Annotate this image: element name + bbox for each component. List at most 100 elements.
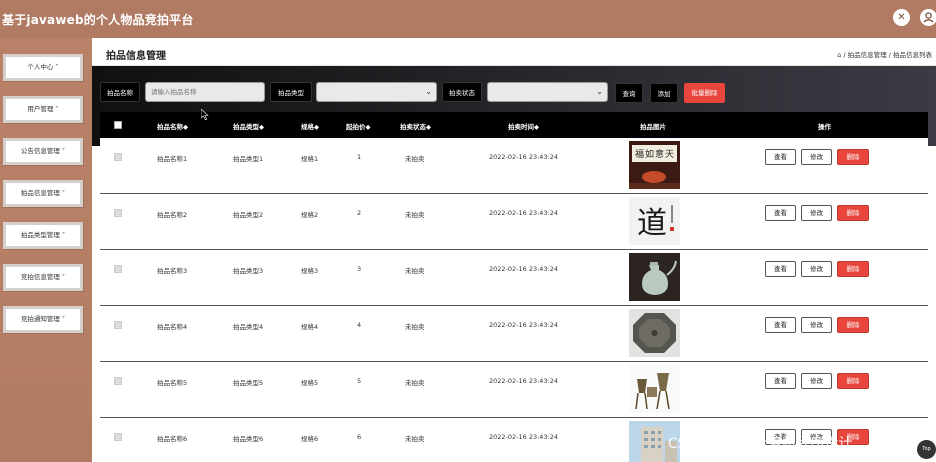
column-header-type[interactable]: 拍品类型◆ xyxy=(233,121,264,131)
sidebar-item-notice-management[interactable]: 公告信息管理 ˅ xyxy=(3,138,83,165)
cell-name: 拍品名称1 xyxy=(157,155,188,163)
sidebar-item-bid-notice-management[interactable]: 竞拍通知管理 ˅ xyxy=(3,306,83,333)
page-title: 拍品信息管理 xyxy=(106,51,166,62)
main-content: 拍品信息管理 ⌂ / 拍品信息管理 / 拍品信息列表 拍品名称 拍品类型 ⌄ 拍… xyxy=(92,38,936,462)
cell-spec: 规格2 xyxy=(301,211,319,219)
view-button[interactable]: 查看 xyxy=(765,261,796,277)
cell-start-price: 5 xyxy=(357,377,362,385)
cell-time: 2022-02-16 23:43:24 xyxy=(489,153,559,161)
row-checkbox[interactable] xyxy=(114,153,122,161)
user-icon[interactable] xyxy=(920,9,936,26)
row-checkbox[interactable] xyxy=(114,321,122,329)
sidebar-item-personal-center[interactable]: 个人中心 ˅ xyxy=(3,54,83,81)
column-header-spec[interactable]: 规格◆ xyxy=(301,121,319,131)
column-header-actions: 操作 xyxy=(818,123,831,131)
cell-type: 拍品类型4 xyxy=(233,323,264,331)
delete-button[interactable]: 删除 xyxy=(837,149,869,165)
cell-spec: 规格6 xyxy=(301,435,319,443)
table-row: 拍品名称1 拍品类型1 规格1 1 未拍卖 2022-02-16 23:43:2… xyxy=(100,138,928,194)
cell-name: 拍品名称4 xyxy=(157,323,188,331)
edit-button[interactable]: 修改 xyxy=(801,373,832,389)
cell-spec: 规格5 xyxy=(301,379,319,387)
lot-image-bronze-vessels xyxy=(629,365,680,413)
column-header-time[interactable]: 拍卖时间◆ xyxy=(508,121,539,131)
cell-spec: 规格3 xyxy=(301,267,319,275)
column-header-status[interactable]: 拍卖状态◆ xyxy=(400,121,431,131)
cell-type: 拍品类型6 xyxy=(233,435,264,443)
status-filter-label: 拍卖状态 xyxy=(442,82,482,102)
sidebar-item-bid-info-management[interactable]: 竞拍信息管理 ˅ xyxy=(3,264,83,291)
type-select[interactable]: ⌄ xyxy=(316,82,437,102)
edit-button[interactable]: 修改 xyxy=(801,149,832,165)
cell-time: 2022-02-16 23:43:24 xyxy=(489,433,559,441)
column-header-start-price[interactable]: 起拍价◆ xyxy=(346,121,371,131)
cell-status: 未拍卖 xyxy=(405,379,425,387)
app-title: 基于javaweb的个人物品竞拍平台 xyxy=(2,13,194,27)
cell-spec: 规格4 xyxy=(301,323,319,331)
cell-status: 未拍卖 xyxy=(405,155,425,163)
back-to-top-button[interactable]: Top xyxy=(917,440,936,459)
name-filter-label: 拍品名称 xyxy=(100,82,140,102)
delete-button[interactable]: 删除 xyxy=(837,205,869,221)
row-checkbox[interactable] xyxy=(114,209,122,217)
view-button[interactable]: 查看 xyxy=(765,317,796,333)
cell-start-price: 4 xyxy=(357,321,362,329)
view-button[interactable]: 查看 xyxy=(765,373,796,389)
name-search-input[interactable] xyxy=(145,82,265,102)
column-header-name[interactable]: 拍品名称◆ xyxy=(157,121,188,131)
chevron-down-icon: ⌄ xyxy=(425,87,432,96)
cell-time: 2022-02-16 23:43:24 xyxy=(489,377,559,385)
sidebar-item-lot-type-management[interactable]: 拍品类型管理 ˅ xyxy=(3,222,83,249)
edit-button[interactable]: 修改 xyxy=(801,317,832,333)
delete-button[interactable]: 删除 xyxy=(837,373,869,389)
select-all-checkbox[interactable] xyxy=(114,121,122,129)
column-header-image: 拍品图片 xyxy=(640,123,666,131)
cell-start-price: 6 xyxy=(357,433,362,441)
lot-image-calligraphy-frame: 福如意天 xyxy=(629,141,680,189)
svg-text:道: 道 xyxy=(637,206,667,241)
svg-text:如: 如 xyxy=(645,148,654,160)
watermark: CSDN @芹心计算机程序设计 xyxy=(668,436,853,452)
batch-delete-button[interactable]: 批量删除 xyxy=(684,83,725,103)
row-checkbox[interactable] xyxy=(114,265,122,273)
view-button[interactable]: 查看 xyxy=(765,149,796,165)
table-header: 拍品名称◆ 拍品类型◆ 规格◆ 起拍价◆ 拍卖状态◆ 拍卖时间◆ 拍品图片 操作 xyxy=(100,112,928,138)
add-button[interactable]: 添加 xyxy=(650,83,678,103)
edit-button[interactable]: 修改 xyxy=(801,261,832,277)
lot-image-octagonal-mirror xyxy=(629,309,680,357)
cell-start-price: 1 xyxy=(357,153,362,161)
mouse-cursor-icon xyxy=(200,108,209,123)
cell-start-price: 3 xyxy=(357,265,362,273)
cell-time: 2022-02-16 23:43:24 xyxy=(489,265,559,273)
cell-name: 拍品名称6 xyxy=(157,435,188,443)
cell-type: 拍品类型1 xyxy=(233,155,264,163)
edit-button[interactable]: 修改 xyxy=(801,205,832,221)
cell-name: 拍品名称5 xyxy=(157,379,188,387)
cell-name: 拍品名称3 xyxy=(157,267,188,275)
status-select[interactable]: ⌄ xyxy=(487,82,608,102)
view-button[interactable]: 查看 xyxy=(765,205,796,221)
type-filter-label: 拍品类型 xyxy=(270,82,312,102)
delete-button[interactable]: 删除 xyxy=(837,317,869,333)
row-checkbox[interactable] xyxy=(114,377,122,385)
sidebar-item-lot-info-management[interactable]: 拍品信息管理 ˅ xyxy=(3,180,83,207)
svg-text:天: 天 xyxy=(665,150,674,160)
delete-button[interactable]: 删除 xyxy=(837,261,869,277)
cell-status: 未拍卖 xyxy=(405,435,425,443)
breadcrumb[interactable]: ⌂ / 拍品信息管理 / 拍品信息列表 xyxy=(837,49,932,59)
tools-icon[interactable]: ✕ xyxy=(893,9,910,26)
top-bar: 基于javaweb的个人物品竞拍平台 ✕ xyxy=(0,0,936,38)
svg-text:福: 福 xyxy=(635,148,644,160)
cell-name: 拍品名称2 xyxy=(157,211,188,219)
sidebar-item-user-management[interactable]: 用户管理 ˅ xyxy=(3,96,83,123)
lot-image-calligraphy-scroll: 道 xyxy=(629,197,680,245)
row-checkbox[interactable] xyxy=(114,433,122,441)
cell-spec: 规格1 xyxy=(301,155,319,163)
query-button[interactable]: 查询 xyxy=(615,83,643,103)
table-row: 拍品名称2 拍品类型2 规格2 2 未拍卖 2022-02-16 23:43:2… xyxy=(100,194,928,250)
cell-status: 未拍卖 xyxy=(405,267,425,275)
cell-status: 未拍卖 xyxy=(405,211,425,219)
sidebar: 个人中心 ˅ 用户管理 ˅ 公告信息管理 ˅ 拍品信息管理 ˅ 拍品类型管理 ˅… xyxy=(0,38,92,462)
table-row: 拍品名称5 拍品类型5 规格5 5 未拍卖 2022-02-16 23:43:2… xyxy=(100,362,928,418)
lot-image-celadon-ewer xyxy=(629,253,680,301)
